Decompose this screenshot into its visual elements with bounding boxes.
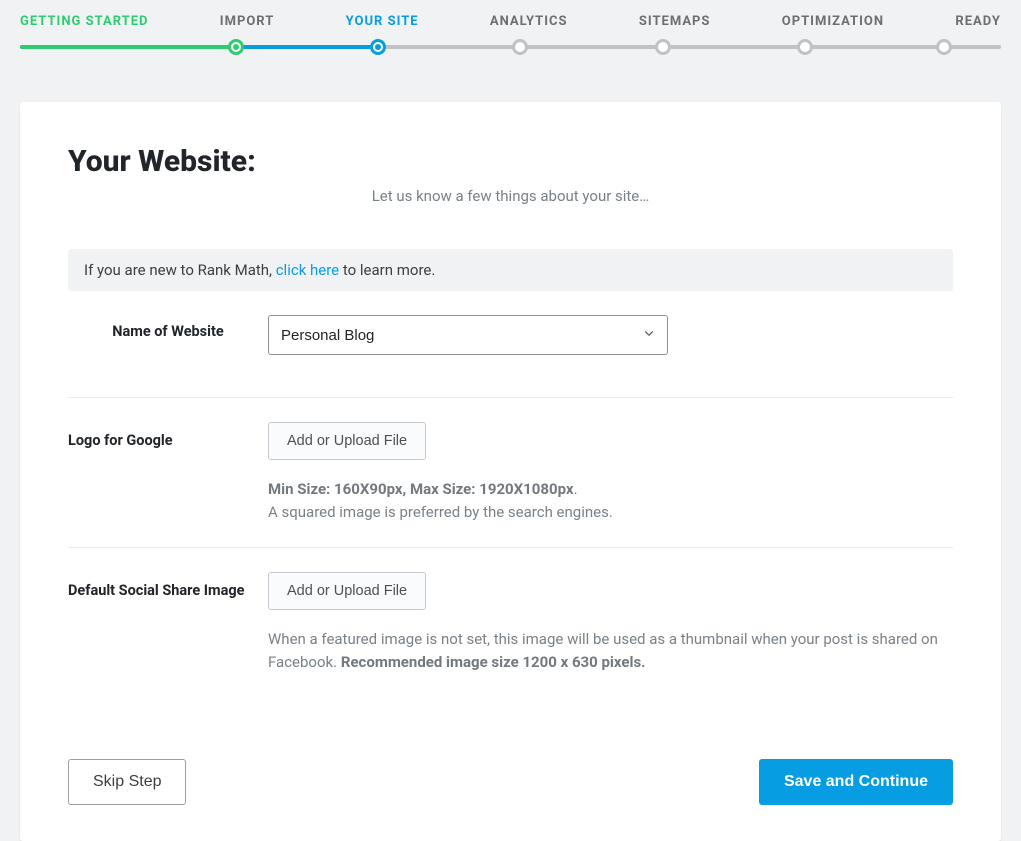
logo-help-strong: Min Size: 160X90px, Max Size: 1920X1080p… bbox=[268, 480, 574, 498]
learn-more-link[interactable]: click here bbox=[276, 261, 339, 279]
step-dot-optimization bbox=[797, 39, 813, 55]
label-social-image: Default Social Share Image bbox=[68, 572, 268, 673]
page-title: Your Website: bbox=[68, 144, 953, 179]
step-track bbox=[20, 39, 1001, 55]
page-subtitle: Let us know a few things about your site… bbox=[68, 187, 953, 205]
wizard-card: Your Website: Let us know a few things a… bbox=[20, 102, 1001, 841]
step-sitemaps[interactable]: SITEMAPS bbox=[639, 14, 711, 29]
wizard-stepper: GETTING STARTED IMPORT YOUR SITE ANALYTI… bbox=[0, 0, 1021, 68]
label-site-name: Name of Website bbox=[68, 315, 268, 355]
step-dot-sitemaps bbox=[655, 39, 671, 55]
step-dot-your-site bbox=[370, 39, 386, 55]
step-your-site[interactable]: YOUR SITE bbox=[346, 14, 419, 29]
step-ready[interactable]: READY bbox=[955, 14, 1001, 29]
info-banner: If you are new to Rank Math, click here … bbox=[68, 249, 953, 291]
step-optimization[interactable]: OPTIMIZATION bbox=[782, 14, 884, 29]
step-getting-started[interactable]: GETTING STARTED bbox=[20, 14, 148, 29]
card-footer: Skip Step Save and Continue bbox=[20, 729, 1001, 841]
upload-logo-button[interactable]: Add or Upload File bbox=[268, 422, 426, 460]
skip-step-button[interactable]: Skip Step bbox=[68, 759, 186, 805]
row-logo: Logo for Google Add or Upload File Min S… bbox=[68, 398, 953, 547]
row-social-image: Default Social Share Image Add or Upload… bbox=[68, 548, 953, 729]
logo-help-text: A squared image is preferred by the sear… bbox=[268, 503, 613, 521]
step-dot-ready bbox=[936, 39, 952, 55]
site-type-select[interactable]: Personal Blog bbox=[268, 315, 668, 355]
save-continue-button[interactable]: Save and Continue bbox=[759, 759, 953, 805]
step-dot-analytics bbox=[512, 39, 528, 55]
step-dot-import bbox=[228, 39, 244, 55]
step-import[interactable]: IMPORT bbox=[220, 14, 275, 29]
upload-social-button[interactable]: Add or Upload File bbox=[268, 572, 426, 610]
social-help-strong: Recommended image size 1200 x 630 pixels… bbox=[341, 653, 646, 671]
step-analytics[interactable]: ANALYTICS bbox=[490, 14, 568, 29]
banner-suffix: to learn more. bbox=[339, 261, 435, 279]
banner-prefix: If you are new to Rank Math, bbox=[84, 261, 276, 279]
label-logo: Logo for Google bbox=[68, 422, 268, 523]
row-site-name: Name of Website Personal Blog bbox=[68, 291, 953, 398]
